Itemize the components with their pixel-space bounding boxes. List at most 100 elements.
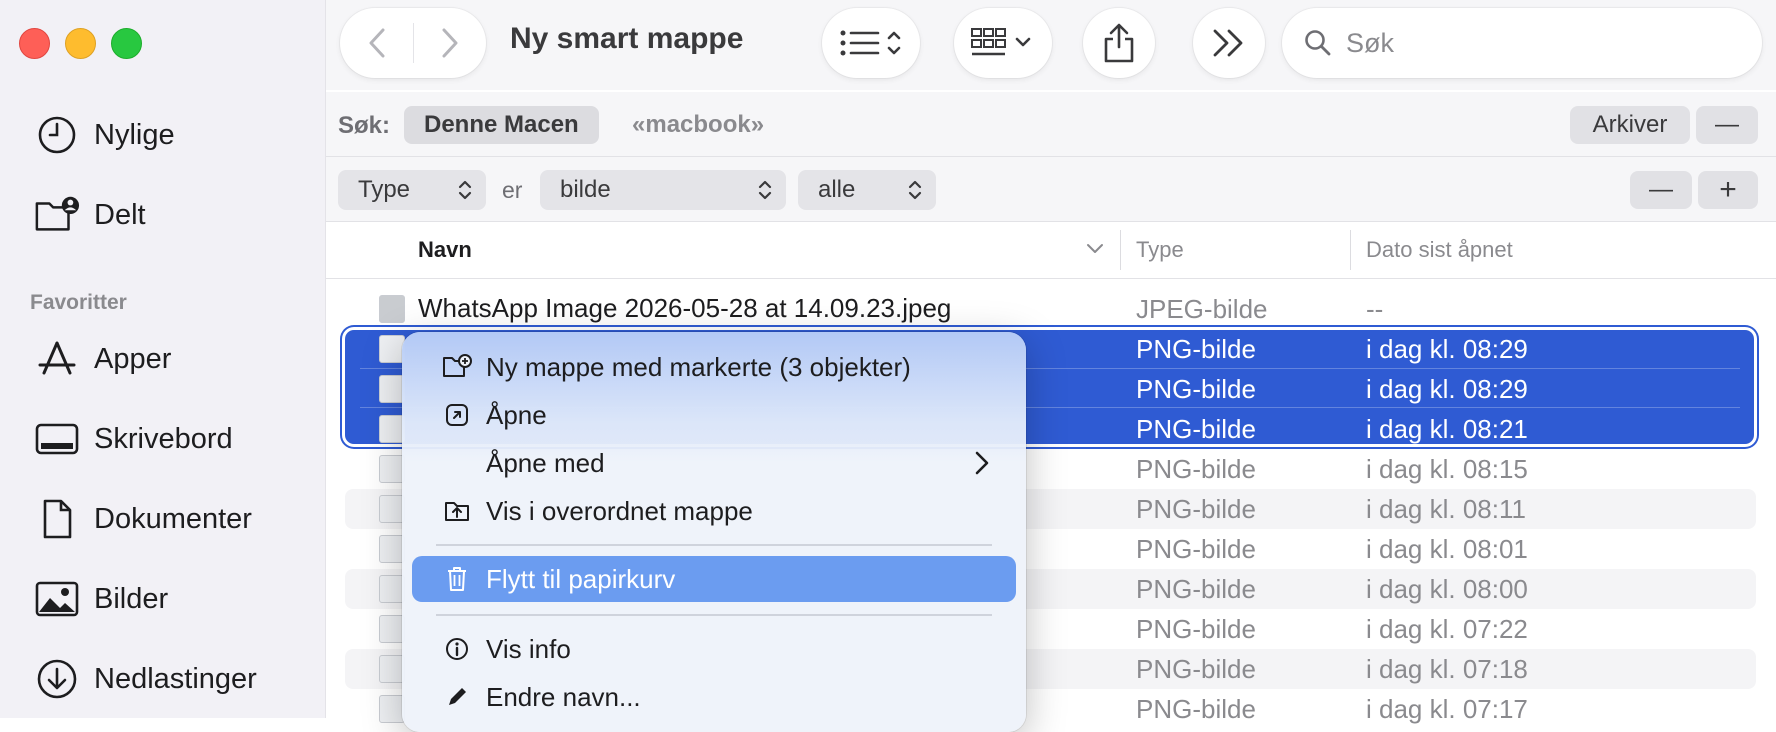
column-divider[interactable] [1350,230,1351,270]
sidebar-item-label: Dokumenter [94,502,252,535]
menu-separator [436,614,992,616]
menu-item-label: Åpne med [486,447,605,478]
menu-item-open-with[interactable]: Åpne med [412,440,1016,486]
file-date: i dag kl. 08:29 [1366,334,1528,364]
menu-item-move-to-trash[interactable]: Flytt til papirkurv [412,556,1016,602]
file-type: PNG-bilde [1136,454,1256,484]
column-header-type[interactable]: Type [1136,237,1184,263]
minimize-window-button[interactable] [65,28,96,59]
file-date: i dag kl. 08:01 [1366,534,1528,564]
menu-item-label: Flytt til papirkurv [486,563,676,594]
search-icon [1305,30,1331,56]
submenu-chevron-icon [975,451,989,475]
sidebar-item-label: Bilder [94,582,169,615]
sidebar-item-desktop[interactable]: Skrivebord [34,417,233,461]
menu-item-get-info[interactable]: Vis info [412,626,1016,672]
file-date: i dag kl. 08:00 [1366,574,1528,604]
context-menu: Ny mappe med markerte (3 objekter) Åpne … [402,332,1026,732]
enclosing-folder-icon [434,488,480,534]
column-divider[interactable] [1120,230,1121,270]
sidebar-section-favorites: Favoritter [30,291,127,314]
sidebar-item-downloads[interactable]: Nedlastinger [34,657,257,701]
menu-item-new-folder-with-selection[interactable]: Ny mappe med markerte (3 objekter) [412,344,1016,390]
trash-icon [434,556,480,602]
file-type: PNG-bilde [1136,414,1256,444]
criteria-value: bilde [560,176,611,203]
file-type: PNG-bilde [1136,574,1256,604]
sidebar-item-shared[interactable]: Delt [34,193,146,237]
menu-item-open[interactable]: Åpne [412,392,1016,438]
remove-criteria-button[interactable]: — [1630,171,1692,209]
share-icon [1104,23,1134,63]
scope-this-mac-button[interactable]: Denne Macen [404,106,599,144]
sidebar-item-label: Skrivebord [94,422,233,455]
group-options-button[interactable] [954,8,1052,78]
file-date: i dag kl. 08:11 [1366,494,1526,524]
column-header-date[interactable]: Dato sist åpnet [1366,237,1513,263]
downloads-icon [34,657,80,701]
desktop-icon [34,417,80,461]
column-header-bar [326,224,1776,279]
menu-item-show-in-enclosing-folder[interactable]: Vis i overordnet mappe [412,488,1016,534]
menu-item-label: Åpne [486,399,547,430]
close-window-button[interactable] [19,28,50,59]
criteria-attribute-value: Type [358,176,411,203]
sidebar-item-label: Apper [94,342,172,375]
criteria-scope-value: alle [818,176,856,203]
zoom-window-button[interactable] [111,28,142,59]
file-type: PNG-bilde [1136,614,1256,644]
search-placeholder: Søk [1346,27,1395,58]
menu-item-rename[interactable]: Endre navn... [412,674,1016,720]
clock-icon [34,113,80,157]
file-type: PNG-bilde [1136,654,1256,684]
file-type: PNG-bilde [1136,694,1256,724]
criteria-attribute-select[interactable]: Type [338,170,486,210]
search-field[interactable]: Søk [1282,8,1762,78]
sidebar-item-recents[interactable]: Nylige [34,113,175,157]
column-header-name[interactable]: Navn [418,237,472,263]
sort-descending-icon [1087,244,1103,253]
search-scope-label: Søk: [338,112,391,139]
back-button[interactable] [341,27,413,59]
remove-search-button[interactable]: — [1696,106,1758,144]
view-options-button[interactable] [822,8,920,78]
menu-item-label: Endre navn... [486,681,641,712]
share-button[interactable] [1083,8,1155,78]
sidebar-item-label: Nedlastinger [94,662,257,695]
pictures-icon [34,577,80,621]
table-row[interactable]: WhatsApp Image 2026-05-28 at 14.09.23.jp… [345,289,1756,329]
menu-item-label: Ny mappe med markerte (3 objekter) [486,351,911,382]
sidebar-item-pictures[interactable]: Bilder [34,577,168,621]
sidebar-item-applications[interactable]: Apper [34,337,171,381]
file-type: PNG-bilde [1136,334,1256,364]
criteria-value-select[interactable]: bilde [540,170,786,210]
chevron-updown-icon [908,180,922,200]
jpeg-thumbnail [379,295,405,323]
applications-icon [34,337,80,381]
window-title: Ny smart mappe [510,22,744,55]
menu-separator [436,544,992,546]
navigation-buttons [340,8,486,78]
open-icon [434,392,480,438]
criteria-scope-select[interactable]: alle [798,170,936,210]
chevron-updown-icon [458,180,472,200]
more-toolbar-button[interactable] [1193,8,1265,78]
scope-macbook-button[interactable]: «macbook» [612,106,784,144]
forward-button[interactable] [414,27,486,59]
document-icon [34,497,80,541]
file-date: i dag kl. 07:17 [1366,694,1528,724]
file-date: -- [1366,294,1384,324]
menu-item-label: Vis info [486,633,571,664]
save-search-button[interactable]: Arkiver [1570,106,1690,144]
list-view-icon [840,30,901,56]
new-folder-icon [434,344,480,390]
file-type: JPEG-bilde [1136,294,1268,324]
file-name: WhatsApp Image 2026-05-28 at 14.09.23.jp… [418,293,952,323]
file-date: i dag kl. 08:29 [1366,374,1528,404]
file-date: i dag kl. 07:18 [1366,654,1528,684]
menu-icon-spacer [434,440,480,486]
sidebar-item-documents[interactable]: Dokumenter [34,497,252,541]
add-criteria-button[interactable]: + [1698,171,1758,209]
shared-folder-icon [34,193,80,237]
menu-item-label: Vis i overordnet mappe [486,495,753,526]
